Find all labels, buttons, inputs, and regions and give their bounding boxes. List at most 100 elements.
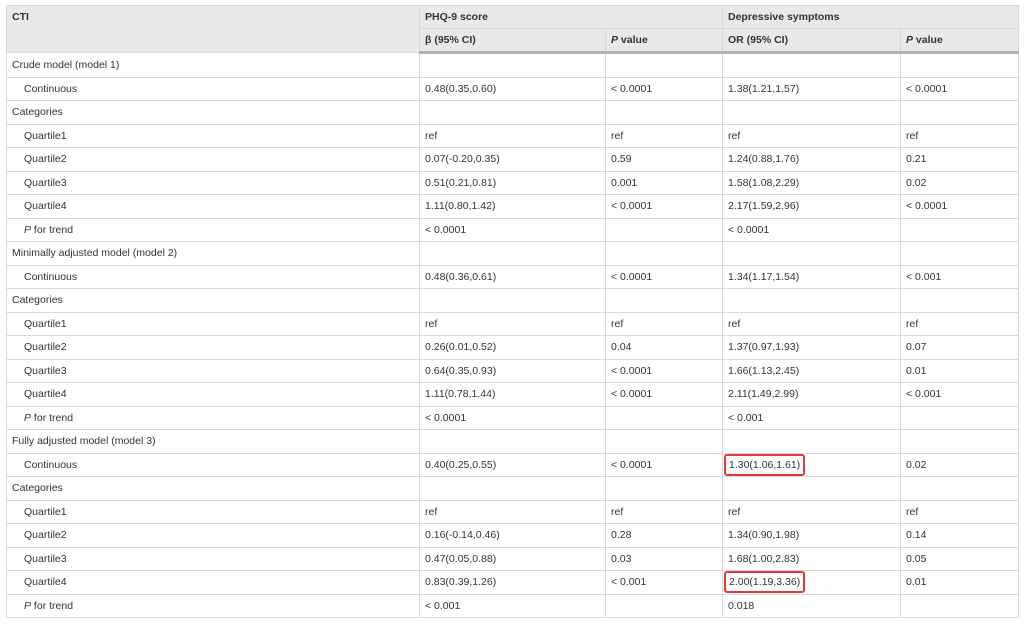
p-value-dep: ref: [899, 499, 1020, 524]
empty-cell: [605, 593, 723, 618]
row-label: Continuous: [6, 264, 420, 289]
header-p-value-dep: P value: [899, 28, 1020, 54]
empty-cell: [722, 476, 901, 501]
beta-ci-value: 0.07(-0.20,0.35): [419, 147, 606, 172]
p-trend-italic: P: [24, 411, 32, 424]
row-label: Quartile2: [6, 147, 420, 172]
beta-ci-value: 1.11(0.80,1.42): [419, 194, 606, 219]
categories-label: Categories: [6, 288, 420, 313]
header-p-italic: P: [611, 34, 619, 46]
p-value-phq: 0.04: [605, 335, 723, 360]
categories-row: Categories: [6, 288, 1020, 313]
p-value-phq: < 0.0001: [605, 194, 723, 219]
results-table-container: CTI PHQ-9 score Depressive symptoms β (9…: [6, 5, 1020, 618]
categories-row: Categories: [6, 476, 1020, 501]
beta-ci-value: 0.64(0.35,0.93): [419, 358, 606, 383]
empty-cell: [899, 593, 1020, 618]
p-trend-beta: < 0.0001: [419, 217, 606, 242]
header-p-rest: value: [913, 34, 943, 46]
p-value-dep: 0.01: [899, 570, 1020, 595]
row-label: Quartile1: [6, 499, 420, 524]
beta-ci-value: ref: [419, 123, 606, 148]
header-p-value-phq: P value: [605, 28, 723, 54]
quartile-row: Quartile1 ref ref ref ref: [6, 499, 1020, 524]
section-title-row: Fully adjusted model (model 3): [6, 429, 1020, 454]
row-label: Continuous: [6, 76, 420, 101]
p-value-phq: 0.03: [605, 546, 723, 571]
p-trend-row: P for trend < 0.001 0.018: [6, 593, 1020, 618]
quartile-row: Quartile2 0.07(-0.20,0.35) 0.59 1.24(0.88,1…: [6, 147, 1020, 172]
empty-cell: [899, 405, 1020, 430]
or-ci-value: 1.37(0.97,1.93): [722, 335, 901, 360]
header-phq9-score: PHQ-9 score: [419, 5, 723, 29]
p-trend-rest: for trend: [31, 599, 74, 612]
p-value-dep: 0.02: [899, 170, 1020, 195]
continuous-row: Continuous 0.40(0.25,0.55) < 0.0001 1.30(1.…: [6, 452, 1020, 477]
or-ci-value: 1.34(0.90,1.98): [722, 523, 901, 548]
or-ci-value: 1.58(1.08,2.29): [722, 170, 901, 195]
beta-ci-value: 0.48(0.35,0.60): [419, 76, 606, 101]
empty-cell: [899, 217, 1020, 242]
empty-cell: [722, 100, 901, 125]
p-trend-row: P for trend < 0.0001 < 0.001: [6, 405, 1020, 430]
header-cti: CTI: [6, 5, 420, 53]
model-title: Fully adjusted model (model 3): [6, 429, 420, 454]
beta-ci-value: 0.40(0.25,0.55): [419, 452, 606, 477]
continuous-row: Continuous 0.48(0.35,0.60) < 0.0001 1.38(1.…: [6, 76, 1020, 101]
table-body: Crude model (model 1) Continuous 0.48(0.35…: [6, 52, 1020, 618]
or-ci-value: ref: [722, 123, 901, 148]
categories-label: Categories: [6, 100, 420, 125]
empty-cell: [899, 241, 1020, 266]
p-value-dep: 0.05: [899, 546, 1020, 571]
quartile-row: Quartile2 0.26(0.01,0.52) 0.04 1.37(0.97,1.…: [6, 335, 1020, 360]
empty-cell: [722, 241, 901, 266]
or-ci-value: 1.66(1.13,2.45): [722, 358, 901, 383]
or-ci-value: 1.38(1.21,1.57): [722, 76, 901, 101]
empty-cell: [419, 288, 606, 313]
p-value-phq: 0.59: [605, 147, 723, 172]
header-beta-ci: β (95% CI): [419, 28, 606, 54]
beta-ci-value: ref: [419, 311, 606, 336]
row-label: Quartile2: [6, 335, 420, 360]
empty-cell: [605, 476, 723, 501]
empty-cell: [605, 52, 723, 78]
row-label: Quartile1: [6, 311, 420, 336]
p-value-phq: < 0.001: [605, 570, 723, 595]
row-label: Quartile4: [6, 382, 420, 407]
categories-row: Categories: [6, 100, 1020, 125]
model-title: Crude model (model 1): [6, 52, 420, 78]
empty-cell: [419, 52, 606, 78]
empty-cell: [419, 241, 606, 266]
header-row-groups: CTI PHQ-9 score Depressive symptoms: [6, 5, 1020, 53]
quartile-row: Quartile4 0.83(0.39,1.26) < 0.001 2.00(1.19…: [6, 570, 1020, 595]
row-label: P for trend: [6, 593, 420, 618]
section-title-row: Minimally adjusted model (model 2): [6, 241, 1020, 266]
quartile-row: Quartile1 ref ref ref ref: [6, 311, 1020, 336]
empty-cell: [605, 288, 723, 313]
or-ci-value: 2.17(1.59,2.96): [722, 194, 901, 219]
p-value-dep: ref: [899, 123, 1020, 148]
or-ci-value: 2.11(1.49,2.99): [722, 382, 901, 407]
p-value-phq: 0.001: [605, 170, 723, 195]
p-value-phq: < 0.0001: [605, 264, 723, 289]
table-header: CTI PHQ-9 score Depressive symptoms β (9…: [6, 5, 1020, 54]
quartile-row: Quartile3 0.47(0.05,0.88) 0.03 1.68(1.00,2.…: [6, 546, 1020, 571]
p-trend-italic: P: [24, 599, 32, 612]
p-value-dep: < 0.0001: [899, 76, 1020, 101]
or-ci-value: ref: [722, 499, 901, 524]
empty-cell: [722, 288, 901, 313]
empty-cell: [419, 429, 606, 454]
beta-ci-value: 0.26(0.01,0.52): [419, 335, 606, 360]
beta-ci-value: 0.48(0.36,0.61): [419, 264, 606, 289]
or-ci-value: ref: [722, 311, 901, 336]
empty-cell: [899, 52, 1020, 78]
p-value-phq: 0.28: [605, 523, 723, 548]
beta-ci-value: 0.16(-0.14,0.46): [419, 523, 606, 548]
p-value-dep: < 0.001: [899, 382, 1020, 407]
beta-ci-value: ref: [419, 499, 606, 524]
empty-cell: [605, 429, 723, 454]
header-depressive-symptoms: Depressive symptoms: [721, 5, 1020, 29]
p-value-phq: ref: [605, 123, 723, 148]
empty-cell: [722, 429, 901, 454]
header-p-italic: P: [906, 34, 914, 46]
